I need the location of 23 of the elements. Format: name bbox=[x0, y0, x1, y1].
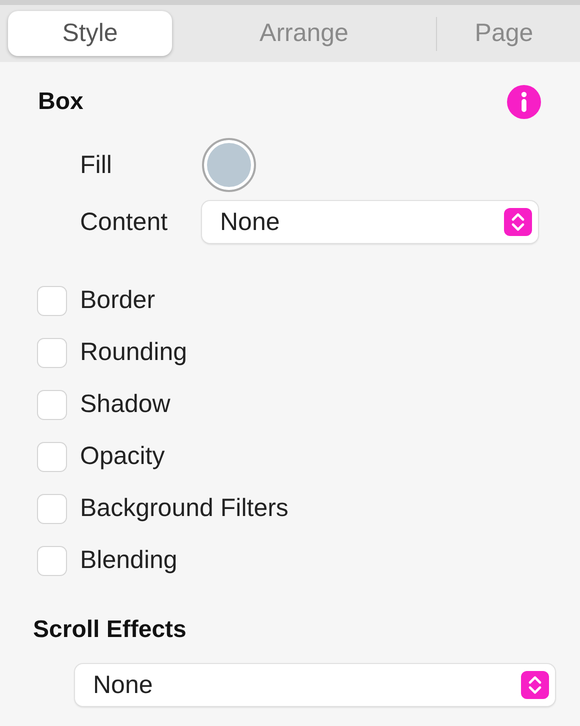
field-label: Content bbox=[80, 208, 169, 236]
checkbox[interactable] bbox=[37, 442, 67, 472]
dropdown[interactable]: None bbox=[202, 201, 538, 243]
stepper-icon bbox=[504, 208, 532, 236]
checkbox-label: Blending bbox=[80, 546, 178, 575]
checkbox-label: Border bbox=[80, 286, 156, 315]
info-icon[interactable] bbox=[507, 85, 541, 119]
checkbox-label: Opacity bbox=[80, 442, 165, 471]
color-swatch[interactable] bbox=[202, 138, 256, 192]
checkbox[interactable] bbox=[37, 390, 67, 420]
section-heading: Scroll Effects bbox=[33, 616, 188, 644]
section-heading: Box bbox=[38, 88, 84, 116]
checkbox[interactable] bbox=[37, 286, 67, 316]
tab[interactable]: Style bbox=[8, 11, 172, 56]
checkbox-label: Background Filters bbox=[80, 494, 288, 523]
field-label: Fill bbox=[80, 150, 113, 180]
checkbox-label: Shadow bbox=[80, 390, 170, 419]
checkbox[interactable] bbox=[37, 546, 67, 576]
checkbox[interactable] bbox=[37, 494, 67, 524]
dropdown[interactable]: None bbox=[75, 664, 555, 706]
checkbox-label: Rounding bbox=[80, 338, 188, 367]
stepper-icon bbox=[521, 671, 549, 699]
checkbox[interactable] bbox=[37, 338, 67, 368]
